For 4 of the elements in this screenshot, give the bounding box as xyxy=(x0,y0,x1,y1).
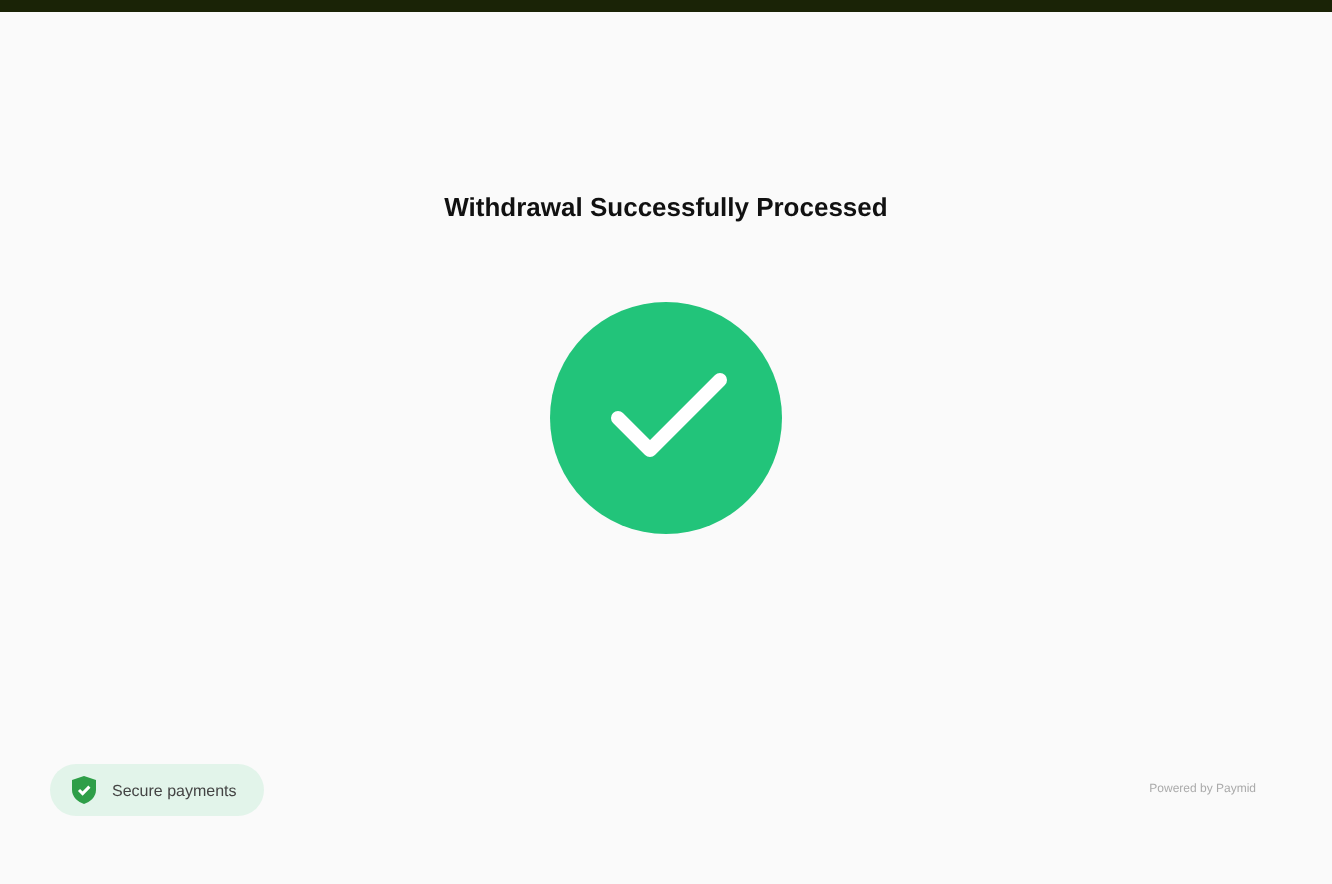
success-check-icon xyxy=(550,302,782,534)
page-title: Withdrawal Successfully Processed xyxy=(444,192,888,222)
badge-label: Secure payments xyxy=(112,781,237,799)
shield-check-icon xyxy=(72,776,96,804)
